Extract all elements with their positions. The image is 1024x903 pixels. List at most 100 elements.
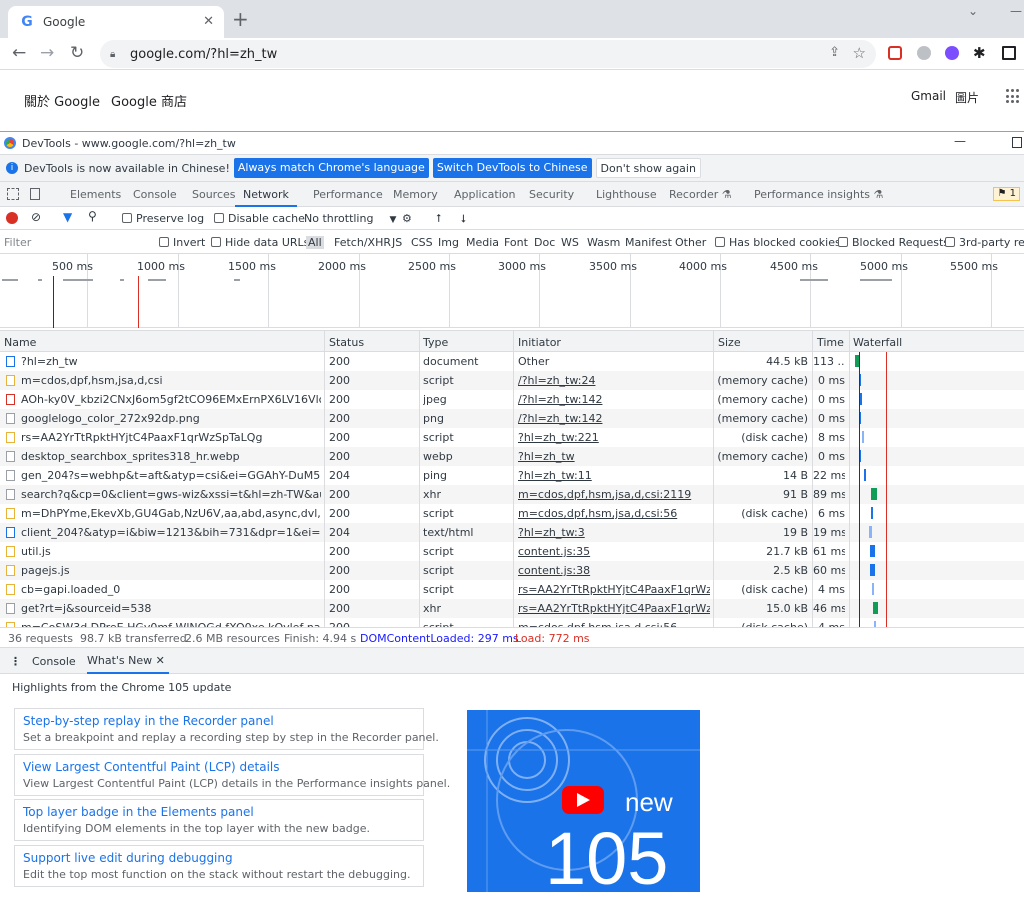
request-name[interactable]: ?hl=zh_tw (21, 355, 321, 368)
filter-type-manifest[interactable]: Manifest (625, 236, 672, 249)
request-name[interactable]: rs=AA2YrTtRpktHYjtC4PaaxF1qrWzSpTaLQg (21, 431, 321, 444)
request-initiator[interactable]: m=cdos,dpf,hsm,jsa,d,csi:56 (518, 507, 710, 520)
table-row[interactable]: m=DhPYme,EkevXb,GU4Gab,NzU6V,aa,abd,asyn… (0, 504, 1024, 523)
filter-input[interactable]: Filter (4, 236, 31, 249)
tab-network[interactable]: Network (235, 182, 297, 207)
blocked-cookies-checkbox[interactable]: Has blocked cookies (715, 236, 841, 249)
throttling-select[interactable]: No throttling ▼ (304, 212, 396, 225)
column-header-status[interactable]: Status (329, 336, 364, 349)
drawer-menu-icon[interactable]: ⋮ (10, 655, 21, 668)
feature-card[interactable]: Step-by-step replay in the Recorder pane… (14, 708, 439, 750)
google-store-link[interactable]: Google 商店 (111, 91, 187, 110)
tab-elements[interactable]: Elements (70, 182, 121, 207)
feature-card[interactable]: View Largest Contentful Paint (LCP) deta… (14, 754, 450, 796)
column-header-initiator[interactable]: Initiator (518, 336, 561, 349)
table-row[interactable]: m=CoSW3d,DPreE,HGv0mf,WlNQGd,fXO0xe,kQvl… (0, 618, 1024, 627)
feature-card-title[interactable]: Step-by-step replay in the Recorder pane… (23, 714, 274, 728)
request-name[interactable]: client_204?&atyp=i&biw=1213&bih=731&dpr=… (21, 526, 321, 539)
record-icon[interactable] (6, 212, 18, 224)
devtools-minimize-icon[interactable]: — (954, 134, 966, 148)
preserve-log-checkbox[interactable]: Preserve log (122, 212, 204, 225)
tab-console[interactable]: Console (133, 182, 177, 207)
filter-type-js[interactable]: JS (392, 236, 402, 249)
switch-language-button[interactable]: Switch DevTools to Chinese (432, 158, 592, 178)
search-icon[interactable]: ⚲ (88, 209, 97, 223)
table-row[interactable]: rs=AA2YrTtRpktHYjtC4PaaxF1qrWzSpTaLQg 200… (0, 428, 1024, 447)
tab-performance[interactable]: Performance (313, 182, 383, 207)
feature-card-title[interactable]: Support live edit during debugging (23, 851, 233, 865)
filter-type-ws[interactable]: WS (561, 236, 579, 249)
table-row[interactable]: m=cdos,dpf,hsm,jsa,d,csi 200 script /?hl=zh… (0, 371, 1024, 390)
filter-type-other[interactable]: Other (675, 236, 706, 249)
browser-tab[interactable]: G Google ✕ (8, 6, 224, 38)
filter-funnel-icon[interactable]: ▼ (63, 210, 72, 224)
request-initiator[interactable]: ?hl=zh_tw:11 (518, 469, 710, 482)
extension-record-icon[interactable] (888, 46, 902, 60)
extension-circle-icon[interactable] (917, 46, 931, 60)
filter-type-img[interactable]: Img (438, 236, 459, 249)
request-initiator[interactable]: /?hl=zh_tw:24 (518, 374, 710, 387)
table-row[interactable]: cb=gapi.loaded_0 200 script rs=AA2YrTtRpktH… (0, 580, 1024, 599)
request-name[interactable]: AOh-ky0V_kbzi2CNxJ6om5gf2tCO96EMxErnPX6L… (21, 393, 321, 406)
tab-security[interactable]: Security (529, 182, 574, 207)
request-initiator[interactable]: content.js:38 (518, 564, 710, 577)
request-name[interactable]: cb=gapi.loaded_0 (21, 583, 321, 596)
extensions-puzzle-icon[interactable]: ✱ (973, 43, 986, 63)
filter-type-all[interactable]: All (306, 236, 324, 249)
issues-badge[interactable]: ⚑ 1 (993, 187, 1020, 201)
tab-recorder[interactable]: Recorder ⚗ (669, 182, 732, 207)
images-link[interactable]: 圖片 (955, 89, 979, 106)
column-header-type[interactable]: Type (423, 336, 448, 349)
tab-lighthouse[interactable]: Lighthouse (596, 182, 657, 207)
request-name[interactable]: gen_204?s=webhp&t=aft&atyp=csi&ei=GGAhY-… (21, 469, 321, 482)
import-har-icon[interactable]: ⭡ (436, 212, 441, 226)
table-row[interactable]: pagejs.js 200 script content.js:38 2.5 kB 60 … (0, 561, 1024, 580)
request-initiator[interactable]: ?hl=zh_tw:221 (518, 431, 710, 444)
apps-grid-icon[interactable] (1006, 89, 1020, 105)
filter-type-font[interactable]: Font (504, 236, 528, 249)
table-row[interactable]: gen_204?s=webhp&t=aft&atyp=csi&ei=GGAhY-… (0, 466, 1024, 485)
table-row[interactable]: desktop_searchbox_sprites318_hr.webp 200 w… (0, 447, 1024, 466)
table-row[interactable]: search?q&cp=0&client=gws-wiz&xssi=t&hl=z… (0, 485, 1024, 504)
filter-type-wasm[interactable]: Wasm (587, 236, 620, 249)
request-name[interactable]: m=cdos,dpf,hsm,jsa,d,csi (21, 374, 321, 387)
feature-card[interactable]: Support live edit during debugging Edit … (14, 845, 424, 887)
request-initiator[interactable]: rs=AA2YrTtRpktHYjtC4PaaxF1qrWzSpT... (518, 583, 710, 596)
export-har-icon[interactable]: ⭣ (461, 212, 466, 226)
request-name[interactable]: m=DhPYme,EkevXb,GU4Gab,NzU6V,aa,abd,asyn… (21, 507, 321, 520)
drawer-tab-console[interactable]: Console (32, 655, 76, 668)
table-row[interactable]: client_204?&atyp=i&biw=1213&bih=731&dpr=… (0, 523, 1024, 542)
network-overview-timeline[interactable]: 500 ms 1000 ms 1500 ms 2000 ms 2500 ms 3… (0, 254, 1024, 328)
drawer-tab-whats-new[interactable]: What's New ✕ (87, 648, 169, 674)
request-name[interactable]: pagejs.js (21, 564, 321, 577)
table-row[interactable]: ?hl=zh_tw 200 document Other 44.5 kB 113 ... (0, 352, 1024, 371)
bookmark-star-icon[interactable]: ☆ (853, 44, 866, 62)
back-icon[interactable]: ← (12, 43, 26, 63)
tab-application[interactable]: Application (454, 182, 515, 207)
hide-data-urls-checkbox[interactable]: Hide data URLs (211, 236, 309, 249)
request-name[interactable]: googlelogo_color_272x92dp.png (21, 412, 321, 425)
lock-icon[interactable]: 🔒︎ (110, 49, 122, 60)
share-icon[interactable]: ⇪ (829, 45, 840, 60)
column-header-size[interactable]: Size (718, 336, 741, 349)
devtools-maximize-icon[interactable] (1012, 137, 1022, 148)
disable-cache-checkbox[interactable]: Disable cache (214, 212, 305, 225)
blocked-requests-checkbox[interactable]: Blocked Requests (838, 236, 949, 249)
request-initiator[interactable]: /?hl=zh_tw:142 (518, 412, 710, 425)
side-panel-icon[interactable] (1002, 46, 1016, 60)
request-initiator[interactable]: rs=AA2YrTtRpktHYjtC4PaaxF1qrWzSpT... (518, 602, 710, 615)
match-language-button[interactable]: Always match Chrome's language (233, 158, 429, 178)
filter-type-media[interactable]: Media (466, 236, 499, 249)
request-initiator[interactable]: ?hl=zh_tw (518, 450, 710, 463)
feature-card-title[interactable]: View Largest Contentful Paint (LCP) deta… (23, 760, 280, 774)
request-name[interactable]: desktop_searchbox_sprites318_hr.webp (21, 450, 321, 463)
clear-icon[interactable]: ⊘ (31, 210, 41, 224)
close-tab-icon[interactable]: ✕ (203, 14, 214, 29)
table-row[interactable]: util.js 200 script content.js:35 21.7 kB 61 m… (0, 542, 1024, 561)
column-header-name[interactable]: Name (4, 336, 36, 349)
inspect-element-icon[interactable] (7, 188, 19, 200)
about-google-link[interactable]: 關於 Google (24, 91, 100, 110)
dont-show-again-button[interactable]: Don't show again (595, 158, 701, 178)
feature-card-title[interactable]: Top layer badge in the Elements panel (23, 805, 254, 819)
filter-type-doc[interactable]: Doc (534, 236, 555, 249)
